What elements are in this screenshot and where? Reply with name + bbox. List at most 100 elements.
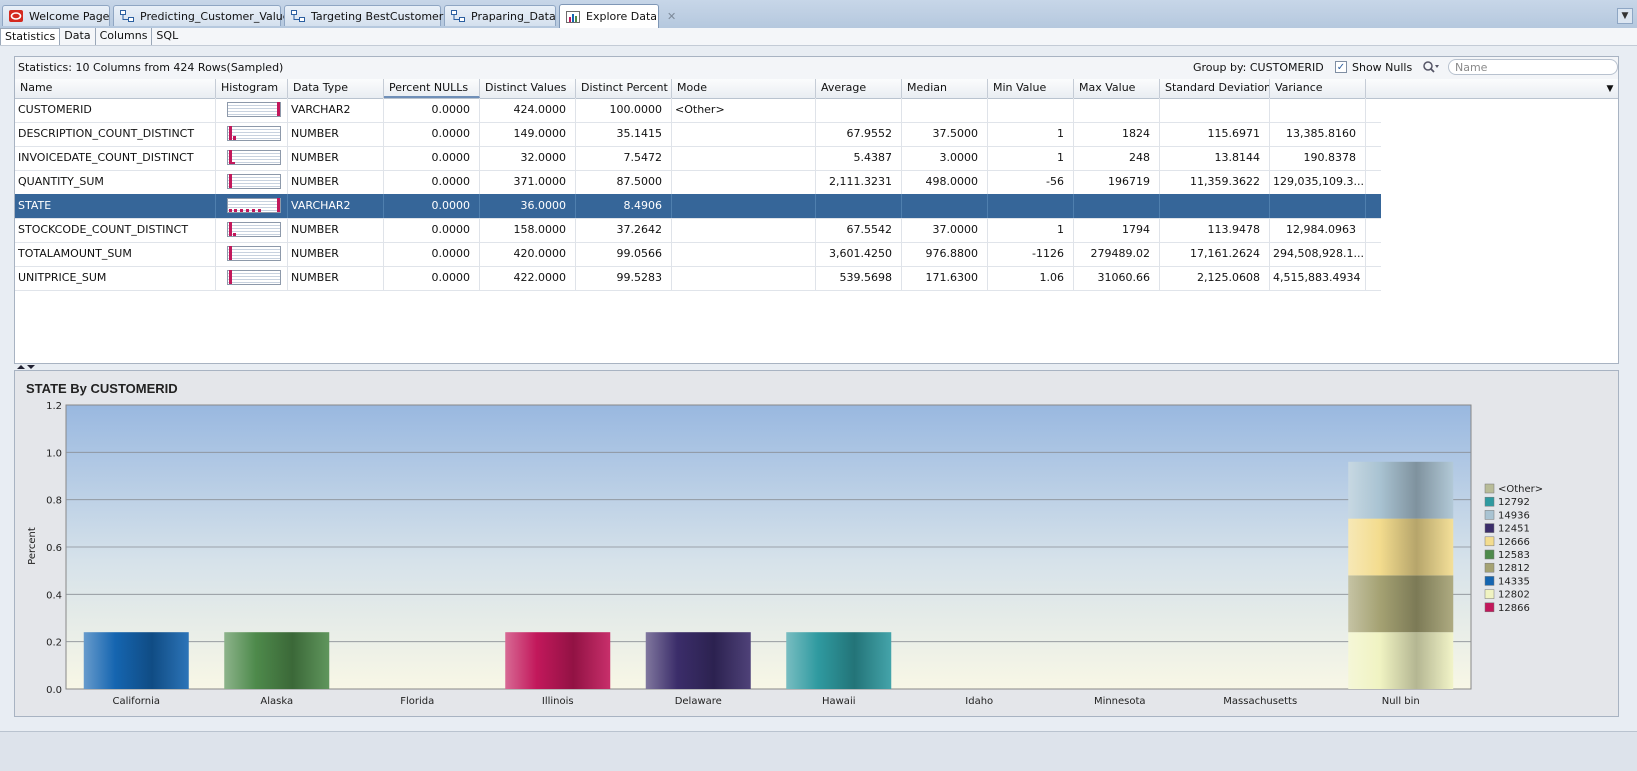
bar-null-bin-segment-12666[interactable] (1348, 518, 1454, 576)
cell-name: UNITPRICE_SUM (15, 266, 216, 290)
cell-name: TOTALAMOUNT_SUM (15, 242, 216, 266)
tab-label: Welcome Page (29, 9, 110, 23)
tab-explore-data[interactable]: Explore Data ✕ (559, 4, 676, 28)
column-header-min-value[interactable]: Min Value (988, 79, 1074, 98)
table-row[interactable]: UNITPRICE_SUM NUMBER 0.0000 422.0000 99.5283… (15, 266, 1381, 291)
workflow-icon (291, 10, 305, 22)
bar-null-bin-segment-12802[interactable] (1348, 632, 1454, 689)
cell-average: 5.4387 (816, 146, 902, 170)
cell-data-type: NUMBER (288, 218, 384, 242)
cell-max-value: 279489.02 (1074, 242, 1160, 266)
cell-distinct-percent: 37.2642 (576, 218, 672, 242)
cell-average: 67.5542 (816, 218, 902, 242)
cell-min-value (988, 194, 1074, 218)
tab-praparing-data[interactable]: Praparing_Data ✕ (444, 5, 575, 26)
workflow-icon (451, 10, 465, 22)
cell-min-value: 1.06 (988, 266, 1074, 290)
cell-mode (672, 146, 816, 170)
subtab-columns[interactable]: Columns (96, 28, 153, 45)
column-header-distinct-percent[interactable]: Distinct Percent (576, 79, 672, 98)
cell-average: 67.9552 (816, 122, 902, 146)
column-header-data-type[interactable]: Data Type (288, 79, 384, 98)
table-row[interactable]: CUSTOMERID VARCHAR2 0.0000 424.0000 100.0000… (15, 98, 1381, 123)
column-menu-icon[interactable]: ▼ (1604, 83, 1616, 95)
column-header-mode[interactable]: Mode (672, 79, 816, 98)
column-header-name[interactable]: Name (15, 79, 216, 98)
subtab-sql[interactable]: SQL (152, 28, 182, 45)
histogram-thumbnail[interactable] (227, 198, 281, 213)
cell-variance: 190.8378 (1270, 146, 1366, 170)
tab-predicting-customer-value[interactable]: Predicting_Customer_Value ✕ (113, 5, 309, 26)
group-by-selector[interactable]: Group by: CUSTOMERID (1193, 61, 1324, 74)
subtab-statistics[interactable]: Statistics (0, 28, 61, 45)
bar-null-bin-segment-12812[interactable] (1348, 575, 1454, 633)
subtab-data[interactable]: Data (60, 28, 96, 45)
bar-hawaii[interactable] (786, 632, 892, 689)
histogram-thumbnail[interactable] (227, 270, 281, 285)
column-header-distinct-values[interactable]: Distinct Values (480, 79, 576, 98)
bar-illinois[interactable] (505, 632, 611, 689)
cell-mode (672, 266, 816, 290)
bar-california[interactable] (83, 632, 189, 689)
histogram-bar (229, 209, 232, 212)
cell-distinct-values: 420.0000 (480, 242, 576, 266)
show-nulls-checkbox[interactable]: ✓ (1335, 61, 1347, 73)
tab-targeting-bestcustomers[interactable]: Targeting BestCustomers ✕ (284, 5, 468, 26)
cell-max-value: 1824 (1074, 122, 1160, 146)
bar-alaska[interactable] (224, 632, 330, 689)
histogram-bar (229, 246, 232, 260)
tab-label: Targeting BestCustomers (311, 9, 450, 23)
table-row[interactable]: STOCKCODE_COUNT_DISTINCT NUMBER 0.0000 158.… (15, 218, 1381, 243)
cell-data-type: NUMBER (288, 266, 384, 290)
cell-mode (672, 194, 816, 218)
cell-median: 498.0000 (902, 170, 988, 194)
cell-variance: 12,984.0963 (1270, 218, 1366, 242)
histogram-bar (258, 209, 261, 212)
table-row[interactable]: DESCRIPTION_COUNT_DISTINCT NUMBER 0.0000 14… (15, 122, 1381, 147)
tab-list-menu-button[interactable]: ▼ (1617, 8, 1633, 24)
cell-max-value (1074, 194, 1160, 218)
column-header-variance[interactable]: Variance (1270, 79, 1366, 98)
histogram-bar (233, 136, 236, 140)
cell-distinct-values: 36.0000 (480, 194, 576, 218)
cell-average: 539.5698 (816, 266, 902, 290)
right-margin (1620, 56, 1637, 717)
cell-median: 37.0000 (902, 218, 988, 242)
histogram-bar (233, 233, 236, 236)
legend-swatch (1484, 536, 1495, 547)
y-tick-label: 0.0 (46, 685, 62, 696)
column-header-max-value[interactable]: Max Value (1074, 79, 1160, 98)
cell-median: 976.8800 (902, 242, 988, 266)
bar-null-bin-segment-14936[interactable] (1348, 461, 1454, 519)
histogram-thumbnail[interactable] (227, 222, 281, 237)
histogram-thumbnail[interactable] (227, 174, 281, 189)
histogram-thumbnail[interactable] (227, 102, 281, 117)
y-axis-label: Percent (27, 527, 38, 565)
histogram-thumbnail[interactable] (227, 126, 281, 141)
column-header-standard-deviation[interactable]: Standard Deviation (1160, 79, 1270, 98)
search-icon[interactable] (1422, 60, 1440, 74)
cell-distinct-values: 158.0000 (480, 218, 576, 242)
cell-min-value: -1126 (988, 242, 1074, 266)
table-row[interactable]: INVOICEDATE_COUNT_DISTINCT NUMBER 0.0000 32… (15, 146, 1381, 171)
explore-data-icon (566, 10, 580, 23)
table-row[interactable]: TOTALAMOUNT_SUM NUMBER 0.0000 420.0000 99.05… (15, 242, 1381, 267)
column-header-average[interactable]: Average (816, 79, 902, 98)
cell-name: QUANTITY_SUM (15, 170, 216, 194)
column-header-histogram[interactable]: Histogram (216, 79, 288, 98)
cell-average (816, 194, 902, 218)
cell-distinct-percent: 87.5000 (576, 170, 672, 194)
table-row[interactable]: STATE VARCHAR2 0.0000 36.0000 8.4906 (15, 194, 1381, 219)
legend-swatch (1484, 496, 1495, 507)
close-icon[interactable]: ✕ (667, 10, 676, 23)
tab-welcome-page[interactable]: Welcome Page ✕ (2, 5, 129, 26)
table-row[interactable]: QUANTITY_SUM NUMBER 0.0000 371.0000 87.5000 2… (15, 170, 1381, 195)
histogram-thumbnail[interactable] (227, 150, 281, 165)
column-header-percent-nulls[interactable]: Percent NULLs (384, 79, 480, 98)
histogram-thumbnail[interactable] (227, 246, 281, 261)
column-header-median[interactable]: Median (902, 79, 988, 98)
search-input[interactable] (1448, 59, 1618, 75)
x-tick-label: Alaska (260, 696, 293, 707)
y-tick-label: 1.2 (46, 401, 62, 412)
bar-delaware[interactable] (645, 632, 751, 689)
